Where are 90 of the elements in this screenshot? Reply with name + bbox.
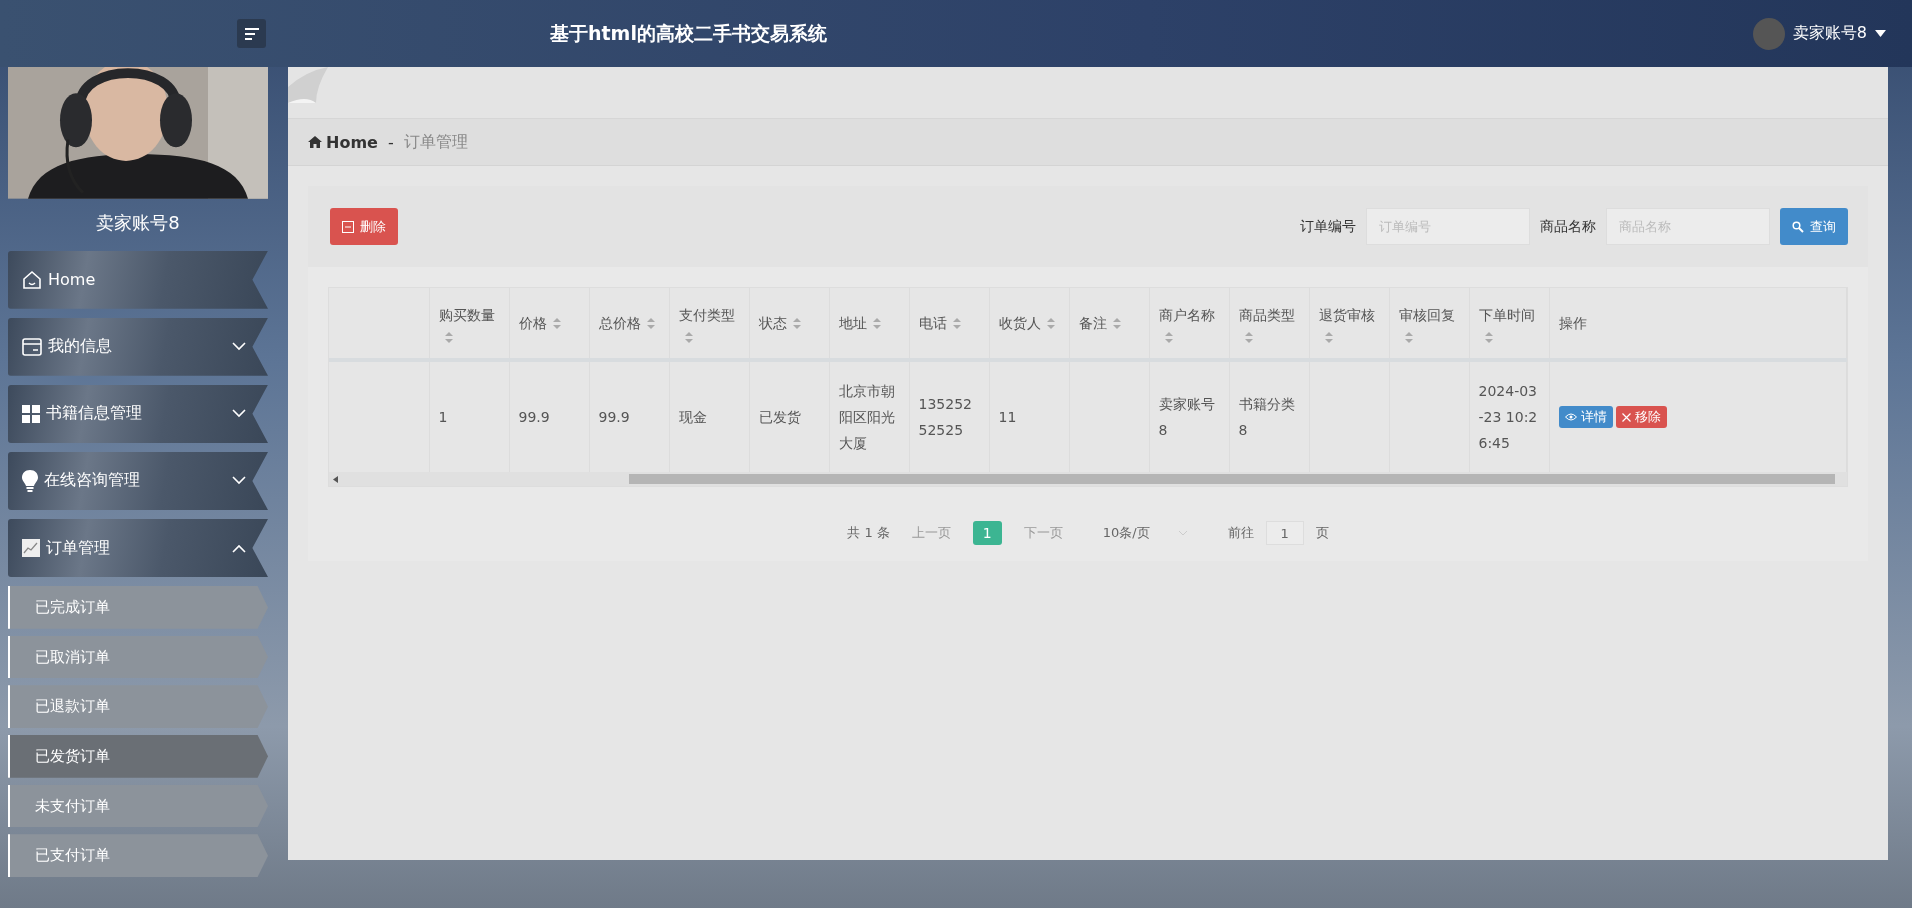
sidebar-item[interactable]: 书籍信息管理 — [8, 384, 268, 443]
column-header: 购买数量 — [438, 305, 495, 325]
page-size-select[interactable]: 10条/页 — [1096, 523, 1194, 543]
column-header: 支付类型 — [678, 305, 735, 325]
sidebar-item[interactable]: 我的信息 — [8, 317, 268, 376]
column-header: 操作 — [1558, 314, 1587, 333]
sort-icon[interactable] — [792, 317, 801, 329]
table-cell: 99.9 — [598, 409, 630, 425]
submenu-item[interactable]: 已发货订单 — [8, 735, 268, 778]
column-header: 审核回复 — [1398, 305, 1455, 325]
table-cell: 已发货 — [758, 409, 801, 425]
sort-icon[interactable] — [552, 317, 561, 329]
chevron-icon — [232, 342, 246, 352]
sort-icon[interactable] — [1404, 331, 1413, 343]
menu-icon — [244, 27, 259, 40]
column-header: 状态 — [758, 314, 787, 333]
menu-toggle-button[interactable] — [237, 19, 266, 48]
chevron-icon — [232, 543, 246, 553]
column-header: 商品类型 — [1238, 305, 1295, 325]
sort-icon[interactable] — [646, 317, 655, 329]
table-cell: 卖家账号8 — [1158, 396, 1215, 438]
caret-icon — [1875, 29, 1886, 38]
page-input[interactable]: 1 — [1265, 521, 1304, 545]
search-button[interactable]: 查询 — [1780, 208, 1848, 245]
delete-button[interactable]: 删除 — [330, 208, 398, 245]
avatar-icon — [1752, 17, 1785, 50]
sort-icon[interactable] — [444, 331, 453, 343]
horizontal-scrollbar[interactable] — [329, 472, 1847, 486]
user-menu[interactable]: 卖家账号8 — [1746, 16, 1892, 51]
table-cell: 2024-03-23 10:26:45 — [1478, 383, 1538, 451]
column-header: 地址 — [838, 314, 867, 333]
scroll-left-icon[interactable] — [333, 475, 338, 483]
table-cell: 1 — [438, 409, 448, 425]
page-button[interactable]: 1 — [972, 521, 1002, 545]
lightbulb-icon — [22, 469, 38, 492]
card-icon — [22, 337, 42, 356]
submenu-item[interactable]: 已完成订单 — [8, 586, 268, 629]
filter-label: 订单编号 — [1300, 217, 1356, 236]
column-header: 商户名称 — [1158, 305, 1215, 325]
table-cell: 99.9 — [518, 409, 550, 425]
submenu-item[interactable]: 已支付订单 — [8, 834, 268, 877]
column-header: 价格 — [518, 314, 547, 333]
chevron-icon — [232, 476, 246, 486]
sort-icon[interactable] — [952, 317, 961, 329]
chart-icon — [22, 539, 40, 557]
home-icon — [308, 136, 322, 148]
chevron-icon — [232, 409, 246, 419]
remove-button[interactable]: 移除 — [1615, 406, 1667, 428]
table-cell: 现金 — [678, 409, 707, 425]
grid-icon — [22, 404, 40, 423]
search-icon — [1792, 220, 1804, 233]
sort-icon[interactable] — [1324, 331, 1333, 343]
filter-label: 商品名称 — [1540, 217, 1596, 236]
total-count: 共 1 条 — [847, 524, 890, 542]
table-cell: 13525252525 — [918, 396, 972, 438]
close-icon — [1621, 412, 1631, 422]
sidebar-item[interactable]: 在线咨询管理 — [8, 451, 268, 510]
sort-icon[interactable] — [1244, 331, 1253, 343]
column-header: 退货审核 — [1318, 305, 1375, 325]
detail-button[interactable]: 详情 — [1558, 406, 1613, 428]
goto-label: 前往 — [1227, 524, 1254, 542]
table-cell: 书籍分类8 — [1238, 396, 1295, 438]
submenu-item[interactable]: 已取消订单 — [8, 635, 268, 679]
chevron-icon — [1177, 530, 1188, 536]
table-cell: 北京市朝阳区阳光大厦 — [838, 383, 895, 451]
breadcrumb-separator: - — [387, 132, 394, 152]
eye-icon — [1564, 413, 1577, 421]
column-header: 电话 — [918, 314, 947, 333]
submenu-item[interactable]: 未支付订单 — [8, 784, 268, 828]
breadcrumb-current: 订单管理 — [403, 131, 468, 153]
sort-icon[interactable] — [1112, 317, 1121, 329]
sort-icon[interactable] — [1164, 331, 1173, 343]
column-header: 下单时间 — [1478, 305, 1535, 325]
column-header: 收货人 — [998, 314, 1041, 333]
sidebar-item[interactable]: Home — [8, 250, 268, 309]
app-title: 基于html的高校二手书交易系统 — [550, 20, 827, 46]
minus-square-icon — [342, 220, 354, 233]
sort-icon[interactable] — [872, 317, 881, 329]
column-header: 总价格 — [598, 314, 641, 333]
sidebar-item[interactable]: 订单管理 — [8, 518, 268, 578]
submenu-item[interactable]: 已退款订单 — [8, 685, 268, 728]
home-icon — [22, 269, 42, 290]
table-cell: 11 — [998, 409, 1017, 425]
sort-icon[interactable] — [1046, 317, 1055, 329]
page-suffix: 页 — [1315, 524, 1329, 542]
sort-icon[interactable] — [1484, 331, 1493, 343]
column-header: 备注 — [1078, 314, 1107, 333]
sort-icon[interactable] — [684, 331, 693, 343]
breadcrumb-home[interactable]: Home — [308, 132, 378, 152]
user-name: 卖家账号8 — [95, 210, 181, 235]
